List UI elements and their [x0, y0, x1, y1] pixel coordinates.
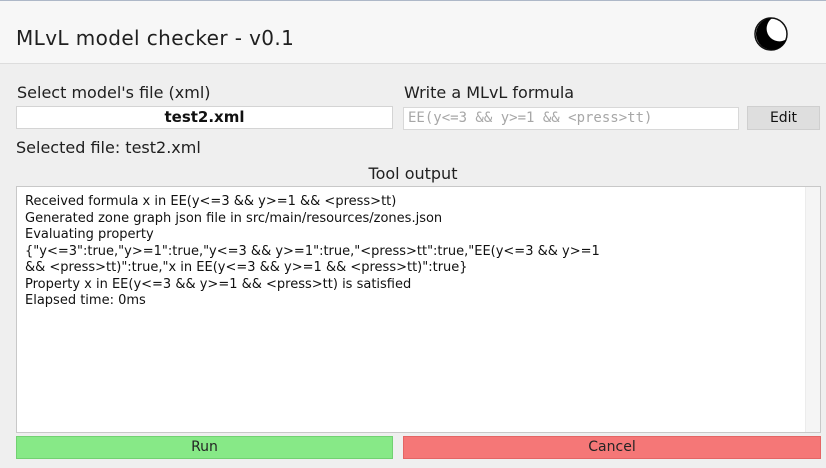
app-title: MLvL model checker - v0.1 [16, 26, 295, 50]
output-line: {"y<=3":true,"y>=1":true,"y<=3 && y>=1":… [25, 243, 600, 259]
run-button[interactable]: Run [16, 436, 393, 459]
model-checker-window: MLvL model checker - v0.1 Select model's… [0, 0, 826, 468]
formula-input[interactable]: EE(y<=3 && y>=1 && <press>tt) [403, 107, 739, 130]
cancel-button[interactable]: Cancel [403, 436, 821, 459]
file-label: Select model's file (xml) [17, 83, 211, 102]
output-line: Elapsed time: 0ms [25, 293, 146, 308]
selected-file-status: Selected file: test2.xml [16, 138, 201, 157]
model-file-selector[interactable]: test2.xml [16, 106, 393, 129]
output-line: Property x in EE(y<=3 && y>=1 && <press>… [25, 276, 412, 292]
moon-icon [754, 17, 788, 51]
output-line: Evaluating property [25, 227, 154, 242]
tool-output-title: Tool output [368, 164, 458, 183]
title-bar: MLvL model checker - v0.1 [0, 1, 826, 64]
tool-output-text: Received formula x in EE(y<=3 && y>=1 &&… [25, 194, 800, 310]
output-line: && <press>tt)":true,"x in EE(y<=3 && y>=… [25, 260, 468, 275]
output-line: Generated zone graph json file in src/ma… [25, 210, 443, 226]
output-line: Received formula x in EE(y<=3 && y>=1 &&… [25, 194, 397, 209]
edit-formula-button[interactable]: Edit [747, 106, 820, 130]
vertical-scrollbar[interactable] [805, 187, 820, 432]
formula-label: Write a MLvL formula [404, 83, 575, 102]
theme-toggle-button[interactable] [751, 16, 791, 52]
tool-output-area[interactable]: Received formula x in EE(y<=3 && y>=1 &&… [16, 186, 821, 433]
